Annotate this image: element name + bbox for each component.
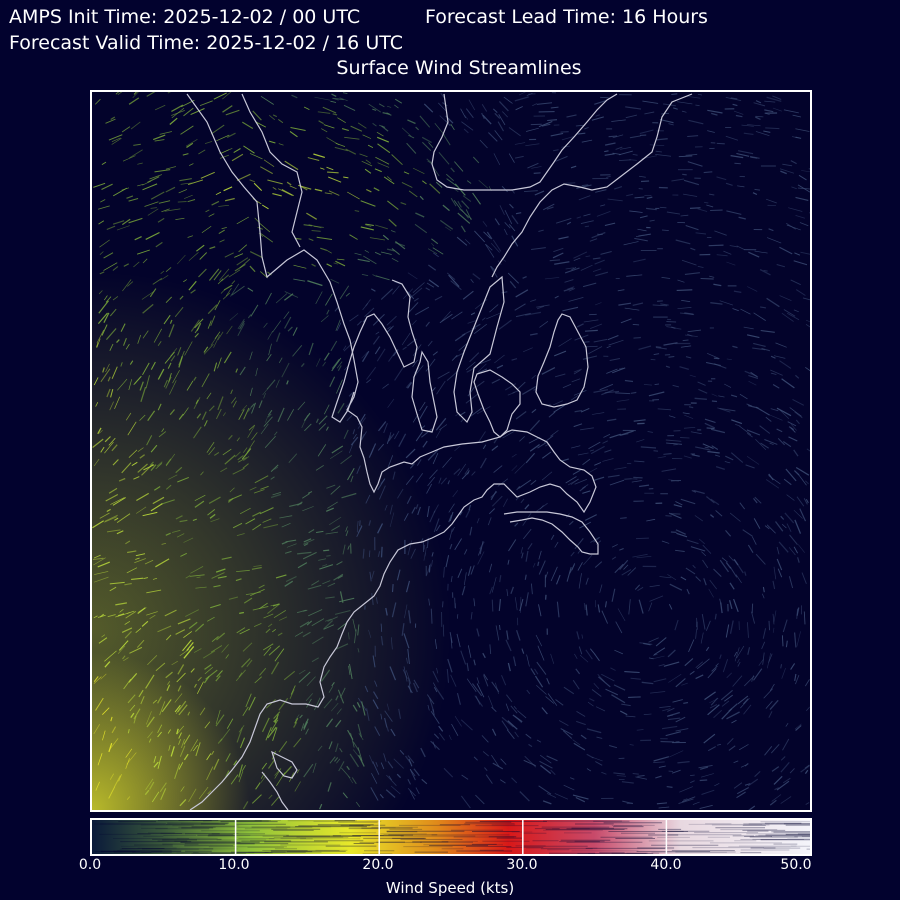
streamline-segment [442, 601, 444, 608]
streamline-segment [537, 561, 540, 567]
streamline-segment [640, 180, 650, 183]
streamline-segment [628, 696, 641, 698]
streamline-segment [454, 597, 456, 609]
streamline-segment [632, 772, 639, 775]
streamline-segment [676, 289, 693, 291]
streamline-plot [92, 92, 810, 810]
lead-time-label: Forecast Lead Time: 16 Hours [425, 6, 708, 28]
streamline-segment [327, 171, 339, 174]
colorbar-gradient [92, 820, 810, 854]
streamline-segment [661, 229, 669, 231]
streamline-segment [699, 779, 708, 782]
streamline-segment [638, 187, 643, 190]
streamline-segment [708, 244, 724, 247]
streamline-segment [671, 93, 678, 96]
streamline-segment [695, 104, 700, 107]
streamline-segment [670, 512, 681, 515]
streamline-segment [584, 225, 590, 228]
streamline-segment [326, 554, 331, 557]
colorbar-tick-10: 10.0 [218, 857, 250, 873]
streamline-segment [682, 339, 689, 342]
strongest-wind-glow [92, 92, 810, 810]
streamline-segment [654, 383, 660, 385]
valid-time-label: Forecast Valid Time: 2025-12-02 / 16 UTC [9, 32, 403, 54]
streamline-segment [584, 329, 598, 332]
colorbar-tick-20: 20.0 [362, 857, 394, 873]
colorbar-tick-50: 50.0 [780, 857, 812, 873]
streamline-segment [430, 608, 433, 624]
streamline-segment [660, 740, 675, 743]
streamline-segment [442, 624, 445, 637]
streamline-segment [682, 173, 687, 176]
map-title: Surface Wind Streamlines [336, 57, 582, 79]
streamline-segment [423, 544, 426, 550]
streamline-segment [499, 624, 501, 631]
streamline-segment [380, 546, 383, 558]
streamline-segment [620, 517, 627, 519]
streamline-segment [711, 400, 718, 403]
streamline-segment [706, 427, 715, 430]
streamline-segment [688, 406, 694, 409]
streamline-segment [177, 201, 187, 203]
colorbar-label: Wind Speed (kts) [385, 879, 515, 897]
streamline-segment [583, 341, 590, 343]
streamline-segment [689, 207, 701, 210]
colorbar-tick-40: 40.0 [650, 857, 682, 873]
colorbar-tick-0: 0.0 [78, 857, 102, 873]
init-time-label: AMPS Init Time: 2025-12-02 / 00 UTC [9, 6, 361, 28]
streamline-segment [768, 620, 770, 631]
streamline-segment [659, 206, 667, 209]
streamline-segment [633, 336, 641, 339]
forecast-page: AMPS Init Time: 2025-12-02 / 00 UTC Fore… [0, 0, 900, 900]
streamline-segment [765, 127, 780, 130]
streamline-segment [670, 479, 682, 482]
streamline-segment [666, 786, 673, 788]
streamline-segment [632, 323, 640, 326]
colorbar-tick-30: 30.0 [506, 857, 538, 873]
streamline-map [90, 90, 812, 812]
streamline-segment [624, 478, 632, 480]
streamline-segment [391, 584, 394, 593]
streamline-segment [633, 476, 643, 479]
streamline-segment [362, 548, 365, 559]
streamline-segment [703, 171, 713, 174]
streamline-segment [491, 599, 494, 612]
streamline-segment [653, 450, 659, 452]
streamline-segment [323, 549, 330, 552]
streamline-segment [655, 346, 662, 348]
streamline-segment [673, 443, 678, 446]
streamline-segment [615, 392, 631, 395]
wind-speed-colorbar [90, 818, 812, 856]
streamline-segment [239, 611, 245, 615]
streamline-segment [635, 537, 649, 540]
streamline-segment [734, 162, 741, 165]
streamline-segment [565, 182, 576, 184]
streamline-segment [683, 701, 689, 705]
streamline-segment [560, 130, 569, 133]
streamline-segment [781, 635, 784, 647]
streamline-segment [763, 269, 768, 272]
